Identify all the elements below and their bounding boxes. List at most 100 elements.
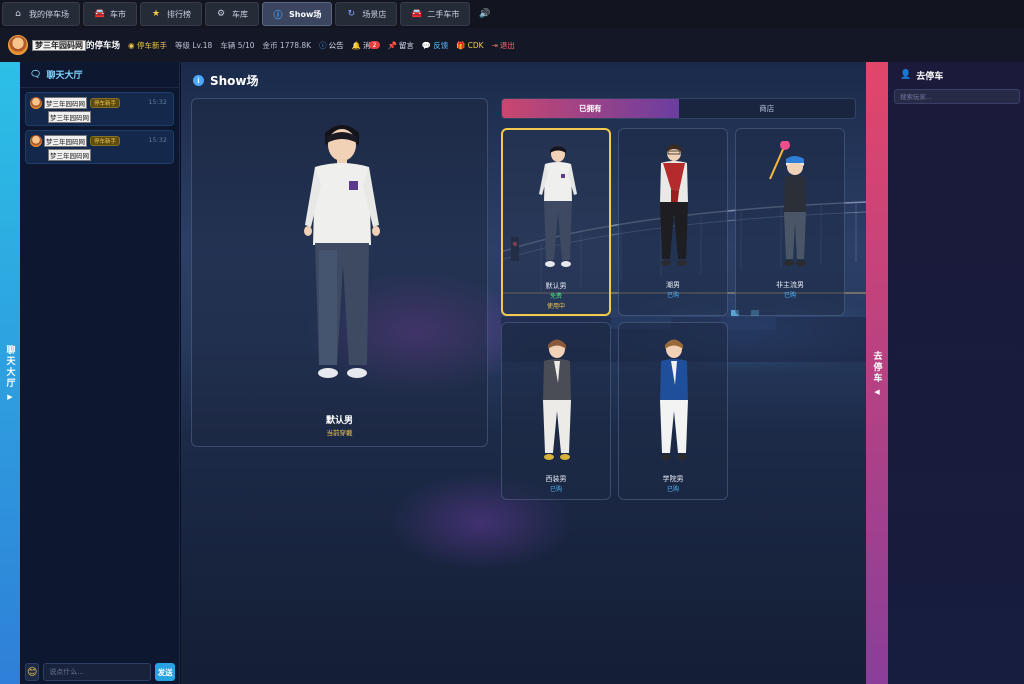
level-text: 等级 Lv.18 — [174, 40, 213, 50]
chat-message: 梦三年园码网 停车新手 15:32 梦三年园码网 — [25, 130, 174, 164]
page-title-label: Show场 — [210, 74, 259, 88]
rank-badge: ◉ 停车新手 — [128, 40, 167, 50]
logout-icon: ⇥ — [491, 40, 498, 50]
outfit-card-nonmainstream[interactable]: 非主流男 已购 — [735, 128, 845, 316]
avatar[interactable] — [8, 35, 28, 55]
tab-car-market[interactable]: 🚘 车市 — [83, 2, 137, 26]
chat-bubble-icon: 🗨 — [30, 69, 42, 80]
avatar[interactable] — [30, 97, 42, 109]
outfit-figure — [660, 144, 688, 266]
gift-icon: 🎁 — [456, 40, 466, 50]
outfit-figure — [539, 146, 577, 267]
chevron-left-icon: ◀ — [874, 387, 880, 396]
username-suffix: 的停车场 — [86, 41, 121, 51]
outfit-status: 已购 — [783, 292, 796, 299]
tab-used-car-market[interactable]: 🚘 二手车市 — [400, 2, 471, 26]
feedback-label: 反馈 — [433, 40, 449, 50]
feedback-link[interactable]: 💬 反馈 — [422, 40, 448, 51]
outfit-card-default[interactable]: 默认男 免费 使用中 — [501, 128, 611, 316]
outfit-card-college[interactable]: 学院男 已购 — [618, 322, 728, 500]
chat-toggle-label: 聊天大厅 — [4, 345, 15, 389]
tab-scene-shop[interactable]: ↻ 场景店 — [335, 2, 398, 26]
bell-icon: 🔔 — [351, 40, 361, 50]
car-icon: 🚘 — [94, 9, 106, 19]
outfit-status: 已购 — [549, 486, 562, 493]
chat-user-name[interactable]: 梦三年园码网 — [44, 97, 87, 109]
chat-text: 梦三年园码网 — [48, 149, 91, 161]
go-park-title-label: 去停车 — [916, 71, 944, 82]
chat-toggle-strip[interactable]: 聊天大厅 ▶ — [0, 62, 20, 684]
tab-owned[interactable]: 已拥有 — [502, 99, 679, 118]
logout-link[interactable]: ⇥ 退出 — [492, 40, 515, 51]
tab-show[interactable]: ⓘ Show场 — [262, 2, 333, 26]
message-count-badge: 2 — [369, 41, 380, 49]
chat-user-tag: 停车新手 — [90, 98, 121, 108]
cars-text: 车辆 5/10 — [220, 40, 255, 50]
username-tag: 梦三年园码网 — [32, 40, 86, 51]
guestbook-label: 留言 — [398, 40, 414, 50]
go-park-title: 👤 去停车 — [888, 62, 1024, 88]
parking-owner: 梦三年园码网 的停车场 — [32, 39, 120, 51]
chat-title-label: 聊天大厅 — [46, 71, 83, 81]
info-icon: ⓘ — [319, 40, 327, 50]
tab-shop[interactable]: 商店 — [679, 99, 856, 118]
outfit-card-trendy[interactable]: 潮男 已购 — [618, 128, 728, 316]
parking-toggle-label: 去停车 — [871, 350, 882, 384]
outfit-card-suit[interactable]: 西装男 已购 — [501, 322, 611, 500]
outfit-name: 西装男 — [545, 475, 567, 483]
sound-icon[interactable]: 🔊 — [479, 9, 490, 19]
chat-user-tag: 停车新手 — [90, 136, 121, 146]
gear-icon: ⚙ — [216, 9, 226, 19]
avatar[interactable] — [30, 135, 42, 147]
comment-icon: 💬 — [421, 40, 432, 50]
page-title: i Show场 — [193, 72, 259, 89]
player-search-input[interactable] — [894, 89, 1020, 104]
chevron-right-icon: ▶ — [7, 393, 13, 401]
outfit-tabs: 已拥有 商店 — [501, 98, 856, 119]
top-nav: ⌂ 我的停车场 🚘 车市 ★ 排行榜 ⚙ 车库 ⓘ Show场 ↻ 场景店 🚘 二手车市 🔊 — [0, 0, 1024, 28]
cdk-link[interactable]: 🎁 CDK — [456, 41, 483, 50]
tab-label: 场景店 — [362, 9, 387, 19]
outfit-figure — [769, 141, 806, 266]
outfit-status: 已购 — [666, 292, 679, 299]
chat-text: 梦三年园码网 — [48, 111, 91, 123]
go-park-panel: 👤 去停车 — [888, 62, 1024, 684]
pin-icon: 📌 — [387, 40, 397, 50]
rank-label: 停车新手 — [136, 40, 167, 50]
chat-time: 15:32 — [148, 136, 167, 144]
car-icon: 🚘 — [411, 9, 423, 19]
tab-label: 车库 — [232, 9, 248, 19]
status-bar: 梦三年园码网 的停车场 ◉ 停车新手 等级 Lv.18 车辆 5/10 金币 17… — [0, 28, 1024, 62]
notice-label: 公告 — [328, 40, 344, 50]
home-icon: ⌂ — [15, 9, 21, 19]
tab-ranking[interactable]: ★ 排行榜 — [140, 2, 202, 26]
messages-link[interactable]: 🔔 消 2 — [352, 40, 380, 51]
preview-current-label: 当前穿戴 — [326, 429, 353, 437]
preview-outfit-name: 默认男 — [325, 416, 353, 426]
outfit-name: 默认男 — [545, 282, 567, 290]
send-button[interactable]: 发送 — [155, 663, 175, 681]
info-icon: ⓘ — [273, 10, 283, 21]
show-stage: i Show场 默认男 当前穿戴 已拥有 商店 默认男 免费 使用中 潮男 已购… — [181, 62, 866, 684]
parking-toggle-strip[interactable]: 去停车 ◀ — [866, 62, 888, 684]
notice-link[interactable]: ⓘ 公告 — [319, 40, 344, 51]
chat-input[interactable] — [43, 663, 152, 681]
emoji-button[interactable]: 😊 — [25, 663, 40, 681]
tab-label: 二手车市 — [427, 9, 460, 19]
info-icon: i — [193, 75, 204, 86]
tab-label: 车市 — [110, 9, 126, 19]
avatar-figure — [304, 125, 380, 378]
tab-garage[interactable]: ⚙ 车库 — [205, 2, 259, 26]
outfit-figure — [543, 339, 571, 460]
outfit-in-use: 使用中 — [546, 303, 565, 310]
chat-input-row: 😊 发送 — [25, 663, 175, 681]
guestbook-link[interactable]: 📌 留言 — [388, 40, 414, 51]
outfit-figure — [660, 339, 688, 460]
chat-user-name[interactable]: 梦三年园码网 — [44, 135, 87, 147]
chat-panel: 🗨 聊天大厅 梦三年园码网 停车新手 15:32 梦三年园码网 梦三年园码网 停车… — [20, 62, 180, 684]
chat-title: 🗨 聊天大厅 — [20, 62, 179, 88]
chat-time: 15:32 — [148, 98, 167, 106]
outfit-preview: 默认男 当前穿戴 — [191, 98, 488, 447]
tab-label: 我的停车场 — [29, 9, 69, 19]
tab-my-parking[interactable]: ⌂ 我的停车场 — [2, 2, 80, 26]
